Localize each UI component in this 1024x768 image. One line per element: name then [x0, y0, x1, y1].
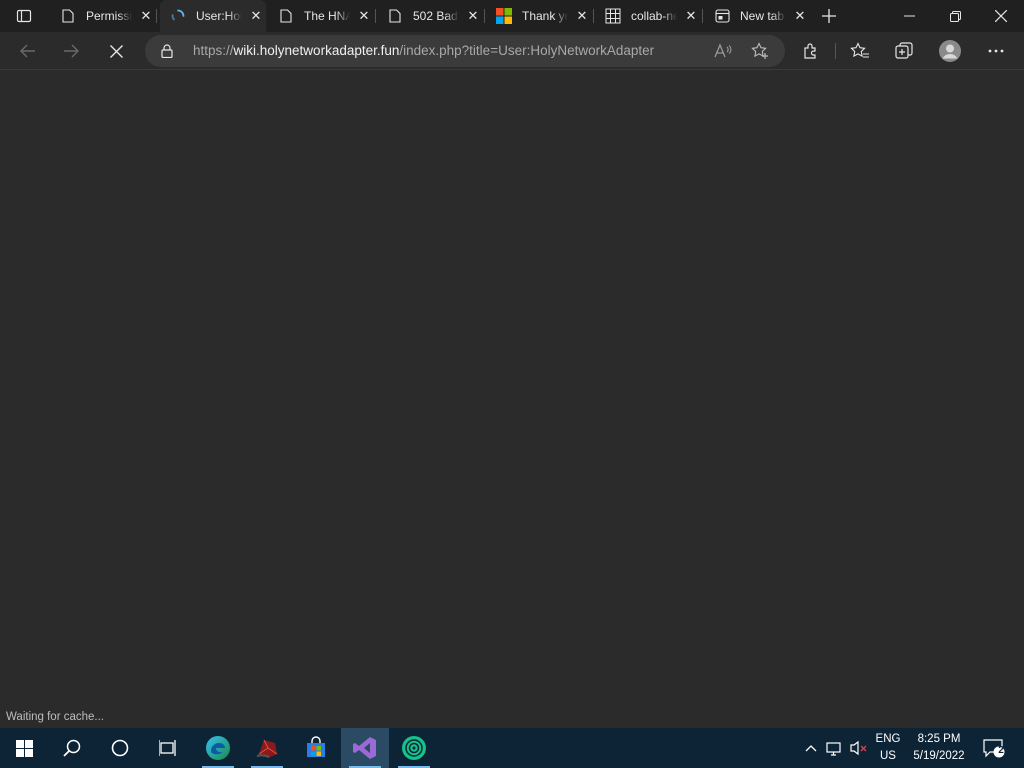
- network-icon[interactable]: [825, 738, 845, 758]
- url-path: /index.php?title=User:HolyNetworkAdapter: [399, 43, 655, 58]
- toolbar-divider: [835, 43, 836, 59]
- forward-button[interactable]: [56, 36, 86, 66]
- page-icon: [278, 8, 294, 24]
- tab-title: User:HolyNetworkAdapter: [196, 9, 242, 23]
- close-icon[interactable]: ✕: [683, 8, 699, 24]
- tab-title: Permissions: [86, 9, 132, 23]
- page-icon: [387, 8, 403, 24]
- loading-spinner-icon: [170, 8, 186, 24]
- search-icon[interactable]: [48, 728, 96, 768]
- cortana-icon[interactable]: [96, 728, 144, 768]
- close-icon[interactable]: ✕: [138, 8, 154, 24]
- cd-app-icon[interactable]: [390, 728, 438, 768]
- visual-studio-icon[interactable]: [341, 728, 389, 768]
- address-bar[interactable]: https://wiki.holynetworkadapter.fun/inde…: [145, 35, 785, 67]
- start-icon[interactable]: [0, 728, 48, 768]
- language-code: ENG: [875, 733, 901, 745]
- browser-toolbar: https://wiki.holynetworkadapter.fun/inde…: [0, 32, 1024, 70]
- language-indicator[interactable]: ENG US: [873, 731, 903, 765]
- add-favorite-icon[interactable]: [750, 41, 770, 61]
- tab-permissions[interactable]: Permissions ✕: [50, 0, 156, 32]
- status-bar: Waiting for cache...: [0, 707, 340, 728]
- more-options-button[interactable]: [981, 36, 1011, 66]
- ruby-app-icon[interactable]: [243, 728, 291, 768]
- microsoft-logo-icon: [496, 8, 512, 24]
- tab-title: collab-network: [631, 9, 677, 23]
- restore-button[interactable]: [932, 0, 978, 32]
- tab-title: The HNA: [304, 9, 350, 23]
- close-icon[interactable]: ✕: [248, 8, 264, 24]
- close-window-button[interactable]: [978, 0, 1024, 32]
- taskbar: ENG US 8:25 PM 5/19/2022 2: [0, 728, 1024, 768]
- read-aloud-icon[interactable]: [713, 41, 733, 61]
- tab-user-holynetworkadapter[interactable]: User:HolyNetworkAdapter ✕: [160, 0, 266, 32]
- url-text[interactable]: https://wiki.holynetworkadapter.fun/inde…: [193, 43, 654, 58]
- tab-strip: Permissions ✕ User:HolyNetworkAdapter ✕ …: [0, 0, 1024, 32]
- extensions-button[interactable]: [796, 36, 826, 66]
- favorites-button[interactable]: [845, 36, 875, 66]
- tab-the-hna[interactable]: The HNA ✕: [268, 0, 374, 32]
- url-host: wiki.holynetworkadapter.fun: [233, 43, 400, 58]
- show-hidden-icons-icon[interactable]: [801, 738, 821, 758]
- close-icon[interactable]: ✕: [465, 8, 481, 24]
- tab-thank-you[interactable]: Thank you ✕: [486, 0, 592, 32]
- minimize-button[interactable]: [886, 0, 932, 32]
- task-view-icon[interactable]: [144, 728, 192, 768]
- close-icon[interactable]: ✕: [792, 8, 808, 24]
- notifications-icon[interactable]: 2: [982, 738, 1006, 758]
- page-content: [0, 71, 1024, 728]
- clock-date: 5/19/2022: [913, 750, 965, 762]
- lock-icon[interactable]: [161, 44, 173, 63]
- tab-collab-network[interactable]: collab-network ✕: [595, 0, 701, 32]
- collections-button[interactable]: [889, 36, 919, 66]
- tab-title: New tab: [740, 9, 785, 23]
- page-icon: [60, 8, 76, 24]
- region-code: US: [880, 750, 896, 762]
- new-tab-button[interactable]: [818, 6, 840, 26]
- edge-icon[interactable]: [194, 728, 242, 768]
- url-scheme: https://: [193, 43, 234, 58]
- grid-icon: [605, 8, 621, 24]
- tab-separator: [702, 9, 703, 23]
- tab-new-tab[interactable]: New tab ✕: [704, 0, 810, 32]
- tab-separator: [156, 9, 157, 23]
- new-tab-icon: [714, 8, 730, 24]
- notification-count: 2: [998, 745, 1004, 756]
- clock[interactable]: 8:25 PM 5/19/2022: [907, 731, 971, 765]
- tab-separator: [593, 9, 594, 23]
- tab-502-bad-gateway[interactable]: 502 Bad Gateway ✕: [377, 0, 483, 32]
- tab-separator: [375, 9, 376, 23]
- back-button[interactable]: [13, 36, 43, 66]
- clock-time: 8:25 PM: [917, 733, 961, 745]
- close-icon[interactable]: ✕: [574, 8, 590, 24]
- tab-title: 502 Bad Gateway: [413, 9, 459, 23]
- volume-muted-icon[interactable]: [849, 738, 869, 758]
- profile-avatar[interactable]: [935, 36, 965, 66]
- store-icon[interactable]: [292, 728, 340, 768]
- stop-loading-button[interactable]: [101, 36, 131, 66]
- tab-actions-icon[interactable]: [8, 6, 40, 26]
- tab-separator: [484, 9, 485, 23]
- tab-title: Thank you: [522, 9, 568, 23]
- close-icon[interactable]: ✕: [356, 8, 372, 24]
